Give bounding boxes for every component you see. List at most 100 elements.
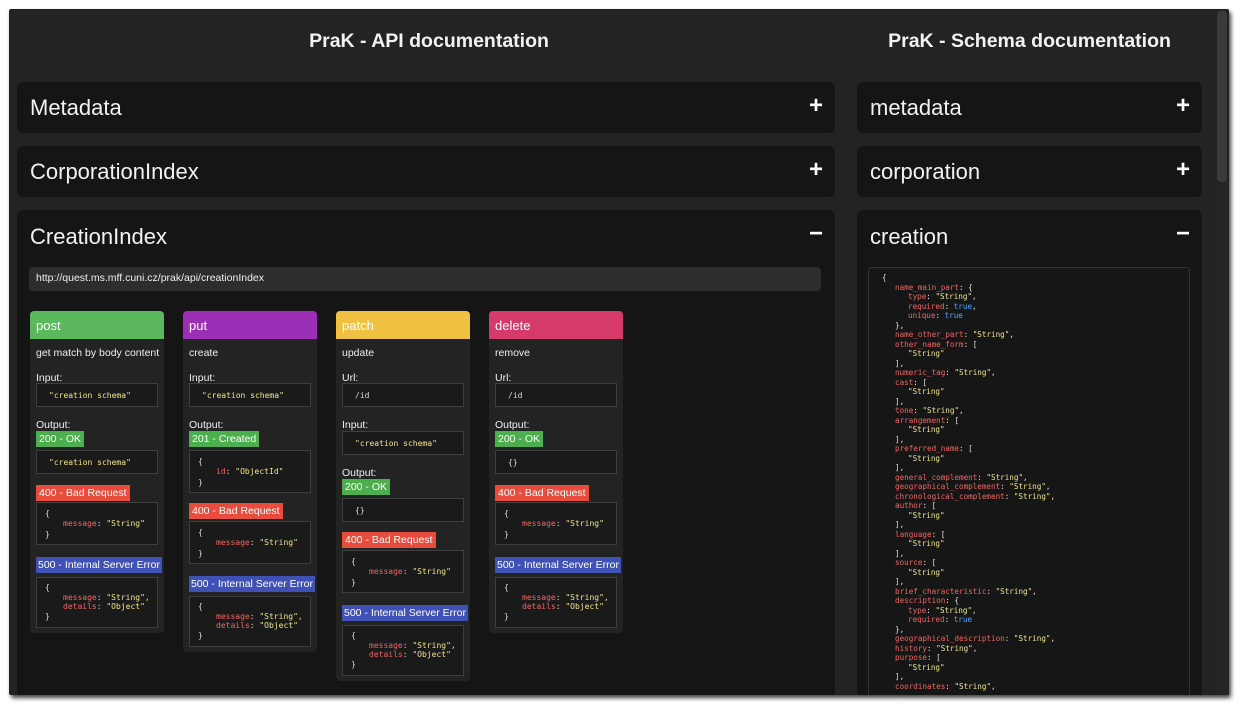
- panel-title: Metadata: [30, 95, 122, 120]
- status-badge-500: 500 - Internal Server Error: [342, 605, 468, 621]
- code-token: description: [895, 596, 946, 605]
- schema-code-line: geographical_complement: "String",: [895, 482, 1050, 491]
- api-panel-metadata[interactable]: Metadata +: [17, 82, 835, 133]
- method-label: patch: [342, 318, 374, 333]
- schema-code-line: "String": [908, 454, 945, 463]
- method-label: delete: [495, 318, 531, 333]
- api-doc-title: PraK - API documentation: [309, 30, 549, 52]
- status-badge-500: 500 - Internal Server Error: [495, 557, 621, 573]
- code-value: "Object": [565, 602, 604, 611]
- schema-code-line: tone: "String",: [895, 406, 964, 415]
- code-value: {}: [508, 458, 518, 467]
- code-value: "String",: [412, 641, 456, 650]
- response-box: { message: "String" }: [189, 521, 311, 564]
- code-brace: {: [351, 557, 356, 566]
- status-badge-400: 400 - Bad Request: [342, 532, 436, 548]
- schema-code-line: cast: [: [895, 378, 927, 387]
- code-brace: }: [45, 612, 50, 621]
- method-header[interactable]: put: [183, 311, 317, 339]
- expand-icon[interactable]: +: [809, 158, 823, 182]
- code-token: tone: [895, 406, 914, 415]
- method-header[interactable]: delete: [489, 311, 623, 339]
- expand-icon[interactable]: +: [1176, 158, 1190, 182]
- schema-code-line: ],: [895, 397, 904, 406]
- endpoint-url-box: http://quest.ms.mff.cuni.cz/prak/api/cre…: [29, 267, 821, 291]
- schema-code-line: },: [895, 625, 904, 634]
- expand-icon[interactable]: +: [809, 94, 823, 118]
- schema-code-line: ],: [895, 577, 904, 586]
- expand-icon[interactable]: +: [1176, 94, 1190, 118]
- code-token: : [: [927, 653, 941, 662]
- schema-code-line: language: [: [895, 530, 945, 539]
- method-description: update: [342, 347, 375, 359]
- schema-code-line: {: [882, 273, 887, 282]
- schema-code-line: ],: [895, 672, 904, 681]
- code-token: },: [895, 624, 905, 634]
- scrollbar-thumb[interactable]: [1217, 11, 1227, 182]
- code-value: "String": [565, 519, 604, 528]
- code-key: message: [369, 567, 403, 576]
- code-value: "String": [412, 567, 451, 576]
- code-token: ,: [1050, 634, 1056, 643]
- response-box: { message: "String", details: "Object" }: [36, 577, 158, 628]
- collapse-icon[interactable]: −: [1176, 222, 1190, 246]
- code-value: "String",: [259, 612, 303, 621]
- code-key: message: [63, 519, 97, 528]
- schema-code-line: author: [: [895, 501, 936, 510]
- code-token: brief_characteristic: [895, 586, 987, 596]
- code-value: "creation schema": [202, 391, 284, 400]
- code-token: geographical_description: [895, 634, 1005, 643]
- code-token: true: [953, 615, 973, 624]
- code-token: ],: [895, 358, 905, 368]
- method-header[interactable]: patch: [336, 311, 470, 339]
- code-brace: {: [198, 457, 203, 466]
- status-badge-200: 200 - OK: [495, 431, 544, 447]
- schema-code-line: "String": [908, 387, 945, 396]
- code-token: ,: [959, 406, 964, 415]
- code-token: "String": [935, 292, 973, 301]
- code-key: message: [216, 612, 250, 621]
- code-token: "String": [908, 539, 945, 548]
- api-panel-corporationindex[interactable]: CorporationIndex +: [17, 146, 835, 197]
- code-token: ,: [1045, 482, 1051, 491]
- code-token: ,: [991, 681, 996, 691]
- code-key: details: [63, 602, 97, 611]
- code-token: "String": [922, 406, 960, 415]
- code-token: "String": [995, 586, 1033, 596]
- code-brace: }: [504, 612, 509, 621]
- response-box: {}: [495, 450, 617, 474]
- code-token: "String": [1013, 491, 1051, 501]
- code-value: "Object": [106, 602, 145, 611]
- code-brace: }: [351, 660, 356, 669]
- schema-panel-corporation[interactable]: corporation +: [857, 146, 1202, 197]
- code-key: id: [216, 467, 226, 476]
- schema-code-line: history: "String",: [895, 644, 977, 653]
- code-key: message: [522, 593, 556, 602]
- code-token: required: [908, 301, 945, 311]
- schema-code-line: "String": [908, 511, 945, 520]
- code-token: ],: [895, 672, 905, 681]
- vertical-scrollbar[interactable]: [1216, 9, 1229, 695]
- output-label: Output:: [342, 467, 377, 479]
- code-brace: {: [198, 602, 203, 611]
- code-token: ,: [1032, 586, 1037, 596]
- schema-panel-metadata[interactable]: metadata +: [857, 82, 1202, 133]
- method-label: put: [189, 318, 208, 333]
- code-token: "String": [935, 605, 973, 615]
- schema-code-line: "String": [908, 663, 945, 672]
- code-token: other_name_form: [895, 339, 964, 349]
- code-brace: }: [351, 578, 356, 587]
- method-header[interactable]: post: [30, 311, 164, 339]
- schema-code-block[interactable]: {name_main_part: {type: "String", require…: [868, 267, 1190, 695]
- code-token: language: [895, 529, 932, 539]
- code-brace: {: [504, 583, 509, 592]
- code-brace: }: [504, 530, 509, 539]
- code-token: : [: [931, 529, 946, 539]
- code-token: :: [1004, 491, 1014, 501]
- code-token: ,: [972, 605, 977, 615]
- schema-code-line: arrangement: [: [895, 416, 959, 425]
- response-box: { message: "String", details: "Object" }: [342, 625, 464, 676]
- panel-title: creation: [870, 224, 949, 249]
- collapse-icon[interactable]: −: [809, 222, 823, 246]
- status-badge-200: 200 - OK: [36, 431, 85, 447]
